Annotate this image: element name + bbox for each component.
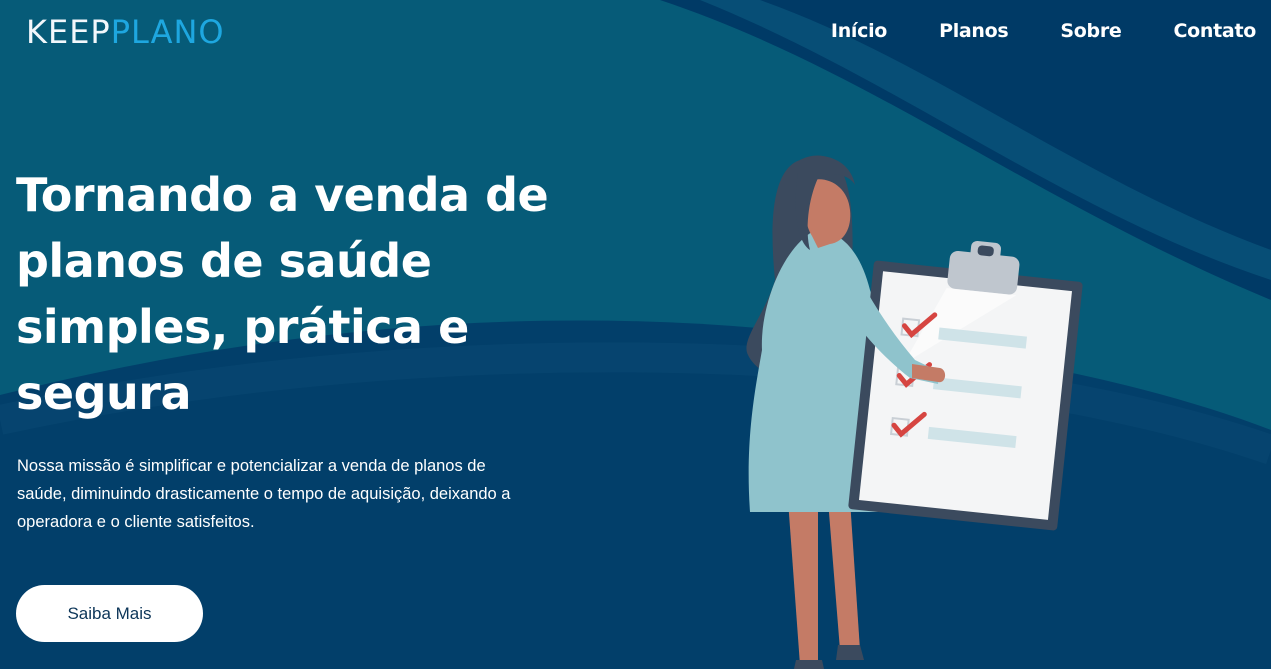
- woman-with-checklist-clipboard-icon: [746, 155, 1083, 669]
- nav-link-inicio[interactable]: Início: [831, 17, 887, 45]
- main-nav: Início Planos Sobre Contato: [831, 17, 1256, 45]
- hero-title: Tornando a venda de planos de saúde simp…: [16, 168, 549, 420]
- hero-description: Nossa missão é simplificar e potencializ…: [17, 457, 511, 531]
- top-navbar: KEEPPLANO Início Planos Sobre Contato: [0, 0, 1271, 64]
- nav-link-sobre[interactable]: Sobre: [1060, 17, 1121, 45]
- nav-link-contato[interactable]: Contato: [1174, 17, 1257, 45]
- logo-plano-initial: P: [110, 13, 132, 51]
- logo-plano: LANO: [131, 13, 225, 51]
- saiba-mais-button[interactable]: Saiba Mais: [16, 585, 203, 642]
- logo-keep: KEEP: [26, 13, 111, 51]
- nav-link-planos[interactable]: Planos: [939, 17, 1009, 45]
- brand-logo[interactable]: KEEPPLANO: [26, 10, 225, 54]
